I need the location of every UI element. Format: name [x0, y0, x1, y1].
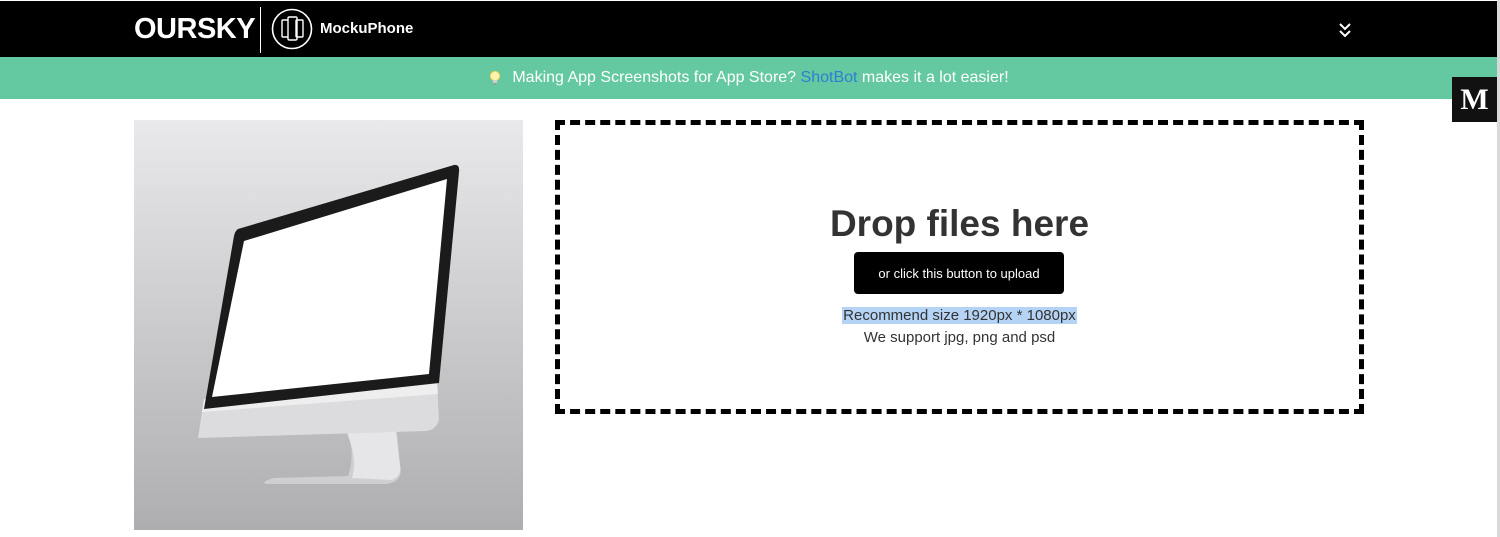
top-nav-bar: OURSKY MockuPhone — [0, 1, 1497, 57]
double-chevron-down-icon[interactable] — [1334, 19, 1356, 41]
product-name[interactable]: MockuPhone — [320, 20, 413, 38]
shotbot-link[interactable]: ShotBot — [801, 68, 858, 88]
page: OURSKY MockuPhone Making App Screenshots… — [0, 0, 1500, 537]
oursky-logo[interactable]: OURSKY — [134, 13, 256, 45]
medium-icon[interactable]: M — [1452, 77, 1497, 122]
device-preview — [134, 120, 523, 530]
recommended-size-text: Recommend size 1920px * 1080px — [842, 307, 1077, 324]
mockuphone-logo-icon[interactable] — [271, 8, 313, 50]
lightbulb-icon — [490, 70, 501, 85]
promo-banner: Making App Screenshots for App Store? Sh… — [0, 57, 1497, 99]
recommended-size-note: Recommend size 1920px * 1080px — [560, 305, 1359, 326]
upload-button[interactable]: or click this button to upload — [854, 252, 1064, 294]
brand-divider — [260, 7, 261, 53]
imac-icon — [198, 164, 460, 484]
promo-text-before: Making App Screenshots for App Store? — [512, 69, 797, 86]
file-drop-zone[interactable]: Drop files here or click this button to … — [555, 120, 1364, 414]
promo-text-after: makes it a lot easier! — [861, 69, 1009, 86]
supported-formats-note: We support jpg, png and psd — [863, 329, 1056, 346]
drop-title: Drop files here — [829, 203, 1090, 244]
